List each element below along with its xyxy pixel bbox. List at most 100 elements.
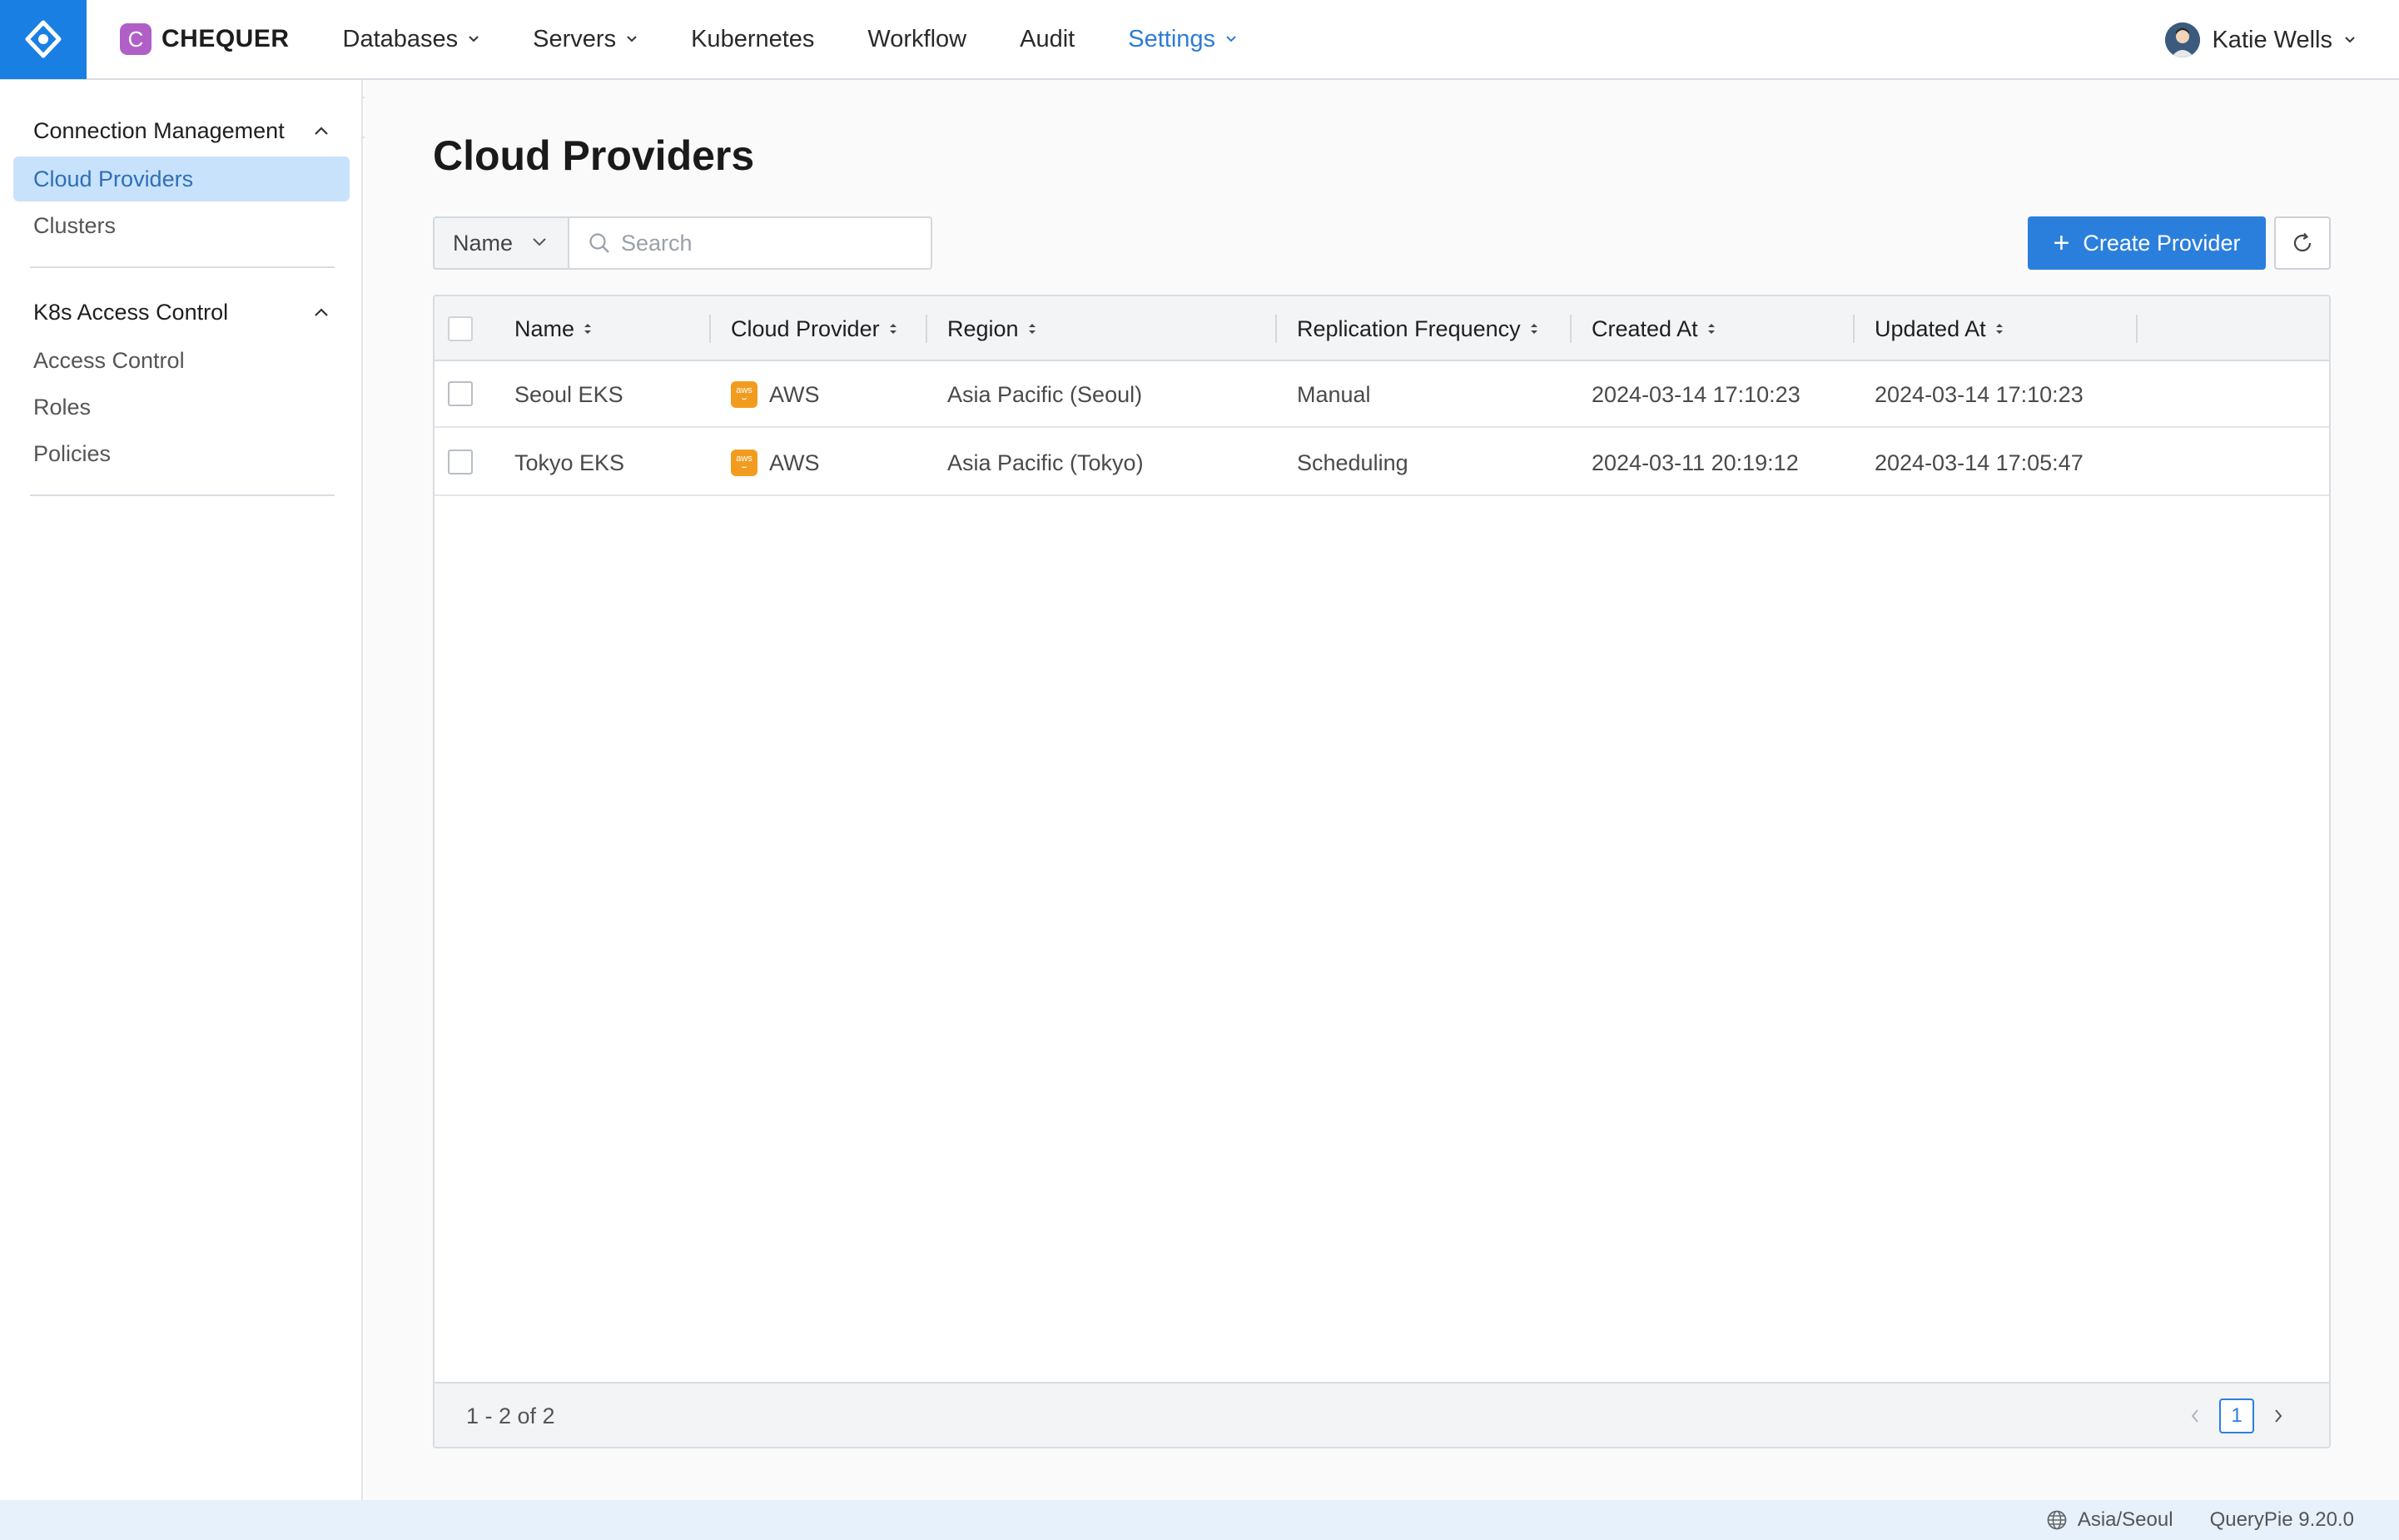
sidebar-section-title: Connection Management: [33, 117, 285, 143]
sidebar-divider: [30, 494, 335, 496]
row-checkbox[interactable]: [448, 450, 473, 474]
chevron-left-icon: [2191, 1409, 2198, 1423]
sidebar-divider: [30, 266, 335, 268]
main-content: Cloud Providers Name + Create Provider N: [365, 80, 2399, 1500]
sidebar-item-label: Access Control: [33, 347, 185, 373]
prev-page-button[interactable]: [2183, 1399, 2208, 1433]
column-separator: [926, 315, 927, 343]
filter-field-select[interactable]: Name: [433, 216, 569, 270]
sidebar-item-label: Clusters: [33, 212, 117, 238]
cell-cloud-provider: aws ⌣ AWS: [731, 430, 820, 496]
user-name: Katie Wells: [2212, 26, 2332, 53]
column-separator: [1853, 315, 1855, 343]
chevron-up-icon: [315, 308, 328, 316]
column-header-label: Replication Frequency: [1297, 315, 1521, 341]
column-header-region[interactable]: Region: [947, 296, 1037, 361]
timezone-indicator[interactable]: Asia/Seoul: [2046, 1508, 2173, 1532]
plus-icon: +: [2053, 227, 2070, 259]
refresh-button[interactable]: [2274, 216, 2331, 270]
sidebar-item-label: Roles: [33, 394, 92, 420]
nav-item-label: Servers: [533, 25, 617, 52]
sidebar-section-connection-management[interactable]: Connection Management: [33, 110, 330, 152]
nav-item-kubernetes[interactable]: Kubernetes: [691, 0, 814, 79]
table-row[interactable]: Seoul EKS aws ⌣ AWS Asia Pacific (Seoul) …: [435, 361, 2329, 428]
aws-icon: aws ⌣: [731, 381, 757, 408]
providers-table: Name Cloud Provider Region Replication F…: [433, 295, 2331, 1448]
table-header: Name Cloud Provider Region Replication F…: [435, 296, 2329, 361]
user-menu[interactable]: Katie Wells: [2165, 0, 2356, 80]
cell-replication-frequency: Manual: [1297, 381, 1371, 407]
sidebar-item-access-control[interactable]: Access Control: [13, 338, 350, 383]
sidebar: Connection Management Cloud Providers Cl…: [0, 80, 363, 1500]
app-version: QueryPie 9.20.0: [2209, 1508, 2354, 1531]
nav-item-label: Audit: [1020, 25, 1075, 52]
top-navigation: C CHEQUER Databases Servers Kubernetes W…: [0, 0, 2399, 80]
sort-icon: [1995, 324, 2003, 334]
next-page-button[interactable]: [2266, 1399, 2291, 1433]
cell-name: Tokyo EKS: [514, 450, 625, 475]
sidebar-item-label: Policies: [33, 440, 112, 466]
sort-icon: [1530, 324, 1537, 334]
column-header-label: Cloud Provider: [731, 315, 880, 341]
app-logo[interactable]: [0, 0, 87, 79]
sort-icon: [1707, 324, 1715, 334]
sidebar-item-cloud-providers[interactable]: Cloud Providers: [13, 156, 350, 201]
chevron-right-icon: [2275, 1409, 2282, 1423]
column-header-created-at[interactable]: Created At: [1592, 296, 1716, 361]
nav-item-label: Workflow: [867, 25, 967, 52]
column-header-name[interactable]: Name: [514, 296, 593, 361]
globe-icon: [2047, 1510, 2067, 1530]
nav-item-audit[interactable]: Audit: [1020, 0, 1075, 79]
aws-icon: aws ⌣: [731, 450, 757, 476]
column-separator: [1570, 315, 1572, 343]
pagination: 1: [2183, 1398, 2291, 1433]
cell-updated-at: 2024-03-14 17:10:23: [1875, 381, 2084, 407]
column-separator: [2136, 315, 2138, 343]
column-header-label: Name: [514, 315, 575, 341]
cell-provider-label: AWS: [769, 450, 820, 475]
column-header-updated-at[interactable]: Updated At: [1875, 296, 2004, 361]
create-provider-button[interactable]: + Create Provider: [2028, 216, 2266, 270]
cell-cloud-provider: aws ⌣ AWS: [731, 361, 820, 428]
nav-item-label: Databases: [342, 25, 459, 52]
nav-item-servers[interactable]: Servers: [533, 0, 638, 79]
nav-item-workflow[interactable]: Workflow: [867, 0, 966, 79]
nav-item-settings[interactable]: Settings: [1128, 0, 1237, 79]
refresh-icon: [2293, 232, 2312, 252]
select-all-checkbox[interactable]: [448, 316, 473, 341]
app-root: C CHEQUER Databases Servers Kubernetes W…: [0, 0, 2399, 1540]
sidebar-section-k8s-access-control[interactable]: K8s Access Control: [33, 291, 330, 333]
column-header-label: Created At: [1592, 315, 1698, 341]
table-footer: 1 - 2 of 2 1: [435, 1382, 2329, 1447]
page-title: Cloud Providers: [433, 132, 755, 179]
chevron-down-icon: [627, 36, 637, 42]
cell-region: Asia Pacific (Tokyo): [947, 450, 1144, 475]
table-row[interactable]: Tokyo EKS aws ⌣ AWS Asia Pacific (Tokyo) …: [435, 430, 2329, 496]
chevron-down-icon: [469, 36, 479, 42]
search-box: [568, 216, 932, 270]
nav-item-databases[interactable]: Databases: [343, 0, 480, 79]
sort-icon: [1028, 324, 1036, 334]
page-number-button[interactable]: 1: [2219, 1398, 2254, 1433]
brand-name: CHEQUER: [161, 25, 290, 52]
search-input[interactable]: [621, 230, 921, 256]
sort-icon: [889, 324, 897, 334]
create-provider-label: Create Provider: [2083, 230, 2241, 256]
sidebar-item-policies[interactable]: Policies: [13, 431, 350, 476]
filter-field-value: Name: [453, 230, 514, 256]
column-separator: [1275, 315, 1277, 343]
row-checkbox[interactable]: [448, 381, 473, 406]
cell-created-at: 2024-03-14 17:10:23: [1592, 381, 1800, 407]
status-bar: Asia/Seoul QueryPie 9.20.0: [0, 1500, 2399, 1540]
brand[interactable]: C CHEQUER: [120, 23, 290, 55]
sidebar-item-clusters[interactable]: Clusters: [13, 203, 350, 248]
user-avatar-icon: [2165, 22, 2201, 57]
sidebar-section-title: K8s Access Control: [33, 299, 229, 325]
sidebar-item-roles[interactable]: Roles: [13, 385, 350, 430]
nav-item-label: Settings: [1128, 25, 1216, 52]
column-header-replication-frequency[interactable]: Replication Frequency: [1297, 296, 1539, 361]
chevron-down-icon: [1226, 36, 1236, 42]
cell-provider-label: AWS: [769, 381, 820, 407]
chevron-down-icon: [2345, 37, 2355, 43]
column-header-cloud-provider[interactable]: Cloud Provider: [731, 296, 898, 361]
